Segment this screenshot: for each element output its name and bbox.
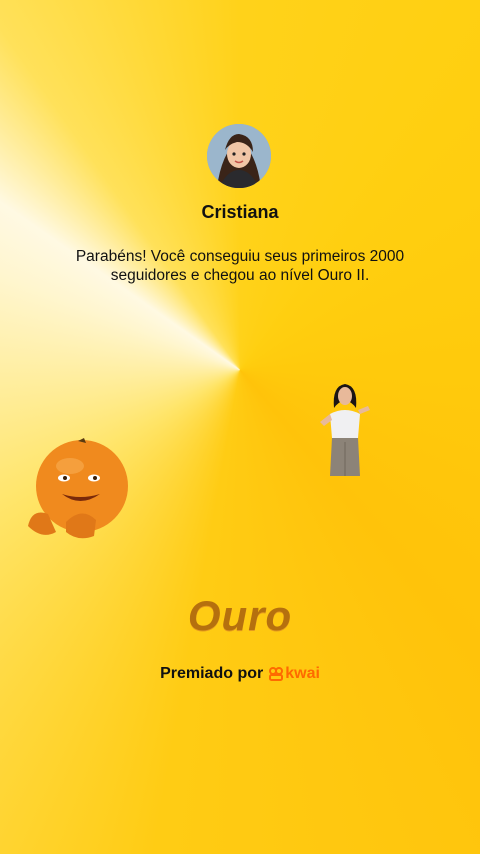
orange-emoji-sticker: [22, 436, 132, 546]
avatar[interactable]: [207, 124, 271, 188]
kwai-brand-text: kwai: [285, 665, 320, 682]
level-title: Ouro: [187, 592, 293, 639]
awarded-by: Premiado por kwai: [0, 665, 480, 683]
congratulations-message: Parabéns! Você conseguiu seus primeiros …: [75, 248, 405, 284]
profile-name: Cristiana: [201, 202, 279, 222]
kwai-icon: [269, 667, 284, 681]
awarded-by-label: Premiado por: [160, 665, 264, 682]
kwai-logo[interactable]: kwai: [269, 665, 320, 683]
dancing-woman-sticker: [318, 380, 372, 478]
